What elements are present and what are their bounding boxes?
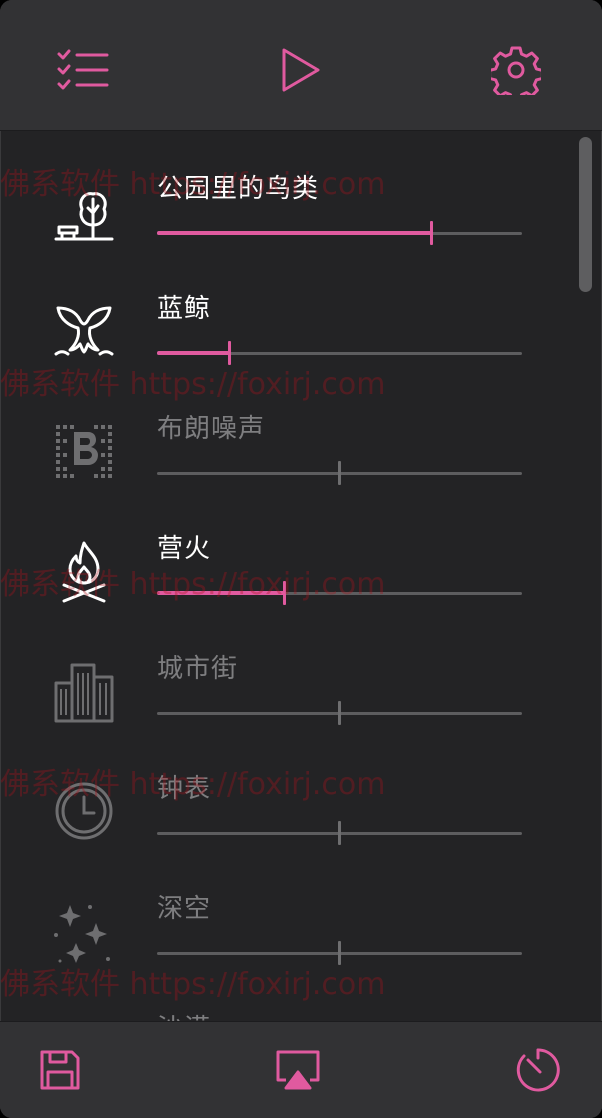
airplay-icon	[276, 1050, 320, 1090]
slider-thumb[interactable]	[338, 821, 341, 845]
checklist-icon	[57, 49, 109, 90]
volume-slider[interactable]	[157, 821, 522, 845]
scrollbar[interactable]	[574, 131, 598, 1021]
slider-thumb[interactable]	[338, 701, 341, 725]
sound-row-park-birds[interactable]: 公园里的鸟类	[0, 151, 572, 271]
sound-row-deep-space[interactable]: 深空	[0, 871, 572, 991]
timer-icon	[516, 1048, 560, 1092]
tree-icon	[54, 192, 114, 241]
sound-row-campfire[interactable]: 营火	[0, 511, 572, 631]
volume-slider[interactable]	[157, 581, 522, 605]
sound-row-blue-whale[interactable]: 蓝鲸	[0, 271, 572, 391]
sound-label: 钟表	[157, 774, 212, 804]
top-toolbar	[0, 0, 602, 131]
volume-fill	[157, 591, 285, 595]
scrollbar-thumb[interactable]	[579, 137, 592, 292]
play-button[interactable]	[270, 40, 330, 100]
volume-fill	[157, 231, 432, 235]
volume-slider[interactable]	[157, 461, 522, 485]
volume-slider[interactable]	[157, 701, 522, 725]
sparkles-icon	[54, 905, 110, 963]
sound-label: 深空	[157, 894, 212, 924]
play-icon	[282, 48, 320, 92]
whale-tail-icon	[54, 306, 114, 356]
slider-thumb[interactable]	[338, 941, 341, 965]
sound-row-city-street[interactable]: 城市街	[0, 631, 572, 751]
clock-icon	[55, 782, 113, 840]
slider-thumb[interactable]	[283, 581, 286, 605]
sound-list: 公园里的鸟类 蓝鲸 布朗噪声 营火 城市街 钟表 深空 佛系软件 https:/…	[0, 131, 572, 1021]
app-window: 公园里的鸟类 蓝鲸 布朗噪声 营火 城市街 钟表 深空 佛系软件 https:/…	[0, 0, 602, 1118]
slider-thumb[interactable]	[430, 221, 433, 245]
slider-thumb[interactable]	[228, 341, 231, 365]
sound-label: 城市街	[157, 654, 239, 684]
volume-slider[interactable]	[157, 341, 522, 365]
volume-fill	[157, 351, 230, 355]
timer-button[interactable]	[508, 1040, 568, 1100]
save-icon	[40, 1050, 80, 1090]
sound-label: 布朗噪声	[157, 414, 266, 444]
brown-noise-icon	[56, 425, 112, 478]
bottom-toolbar	[0, 1021, 602, 1118]
checklist-button[interactable]	[53, 40, 113, 100]
volume-slider[interactable]	[157, 941, 522, 965]
sound-row-brown-noise[interactable]: 布朗噪声	[0, 391, 572, 511]
settings-button[interactable]	[486, 40, 546, 100]
gear-icon	[491, 46, 541, 95]
sound-row-clock[interactable]: 钟表	[0, 751, 572, 871]
sound-label: 公园里的鸟类	[157, 174, 320, 204]
airplay-button[interactable]	[268, 1040, 328, 1100]
sound-row-desert[interactable]: 沙漠	[0, 991, 572, 1021]
sound-label: 营火	[157, 534, 212, 564]
city-buildings-icon	[54, 663, 114, 723]
sound-label: 沙漠	[157, 1008, 211, 1021]
volume-slider[interactable]	[157, 221, 522, 245]
sound-label: 蓝鲸	[157, 294, 212, 324]
save-button[interactable]	[30, 1040, 90, 1100]
campfire-icon	[62, 541, 106, 603]
slider-thumb[interactable]	[338, 461, 341, 485]
